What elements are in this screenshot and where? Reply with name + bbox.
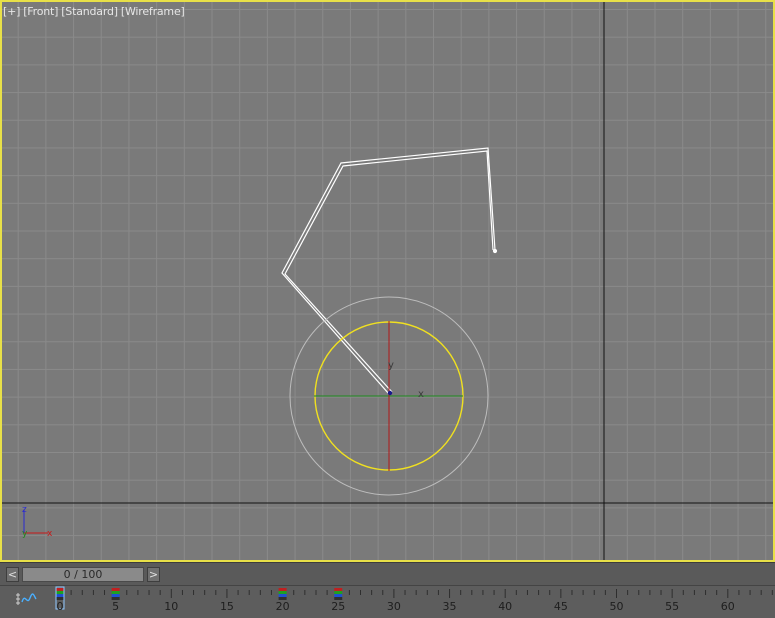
ruler-tick-label: 50 <box>610 600 624 613</box>
gizmo-x-label: x <box>418 389 424 400</box>
viewport-scene[interactable]: y x z y x <box>0 0 775 562</box>
ruler-tick-label: 35 <box>443 600 457 613</box>
tripod-y-label: y <box>22 529 28 539</box>
tripod-z-label: z <box>22 505 27 515</box>
gizmo-y-label: y <box>388 360 394 371</box>
time-slider[interactable]: 0 / 100 <box>22 567 144 582</box>
keyframe-marker[interactable] <box>334 588 343 600</box>
time-slider-bar: < 0 / 100 > <box>0 562 775 585</box>
ruler-tick-label: 10 <box>164 600 178 613</box>
front-viewport[interactable]: y x z y x [+] [Front] [Standard] [Wireframe… <box>0 0 775 562</box>
keyframe-marker[interactable] <box>278 588 287 600</box>
axis-tripod: z y x <box>22 505 53 539</box>
prev-frame-button[interactable]: < <box>6 567 19 582</box>
viewport-menu-standard[interactable]: [Standard] <box>61 5 118 18</box>
keyframe-marker[interactable] <box>56 588 64 600</box>
ruler-tick-label: 45 <box>554 600 568 613</box>
next-frame-button[interactable]: > <box>147 567 160 582</box>
ruler-tick-label: 55 <box>665 600 679 613</box>
viewport-menu-shading[interactable]: [Wireframe] <box>121 5 185 18</box>
viewport-label-bar: [+] [Front] [Standard] [Wireframe] <box>3 5 188 18</box>
ruler-tick-label: 5 <box>112 600 119 613</box>
viewport-menu-plus[interactable]: [+] <box>3 5 20 18</box>
viewport-menu-point-of-view[interactable]: [Front] <box>23 5 58 18</box>
ruler-tick-label: 40 <box>498 600 512 613</box>
track-bar: 0 5 10 15 20 25 30 35 40 45 50 55 60 <box>0 585 775 618</box>
ruler-tick-label: 60 <box>721 600 735 613</box>
tripod-x-label: x <box>47 529 53 539</box>
ruler-tick-label: 0 <box>57 600 64 613</box>
track-bar-ruler[interactable]: 0 5 10 15 20 25 30 35 40 45 50 55 60 <box>40 586 775 618</box>
ruler-tick-label: 15 <box>220 600 234 613</box>
keyframe-marker[interactable] <box>111 588 120 600</box>
ruler-tick-label: 30 <box>387 600 401 613</box>
pivot-point-icon[interactable] <box>387 390 393 396</box>
function-curve-icon[interactable] <box>15 590 37 608</box>
ruler-tick-label: 20 <box>276 600 290 613</box>
ruler-tick-label: 25 <box>331 600 345 613</box>
